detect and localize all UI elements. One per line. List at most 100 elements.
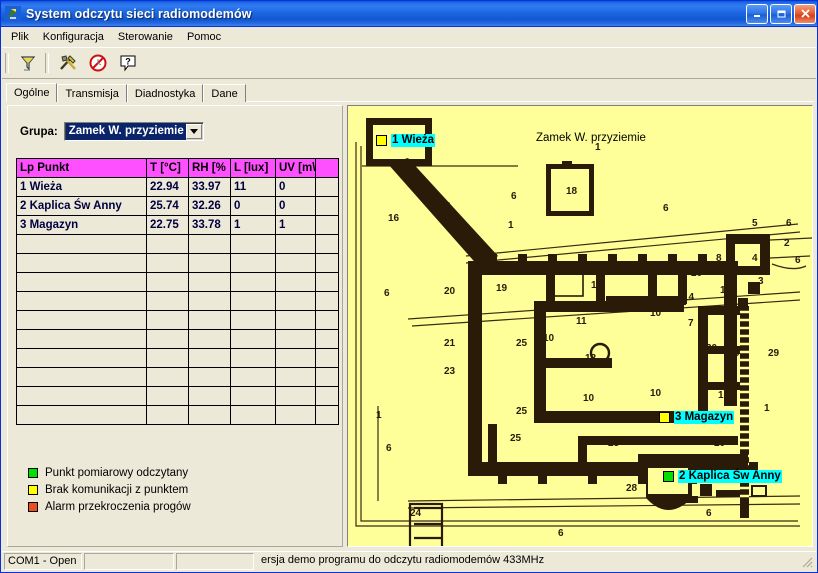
status-panel-2	[84, 553, 174, 570]
column-header-uv[interactable]: UV [m\u1d5b	[275, 158, 316, 178]
cell-empty	[230, 291, 276, 311]
table-row-empty[interactable]	[16, 272, 339, 292]
table-row[interactable]: 3 Magazyn 22.75 33.78 1 1	[16, 215, 339, 235]
toolbar-help-button[interactable]: ?	[114, 50, 142, 76]
cell-humidity: 33.78	[188, 215, 231, 235]
column-header-extra[interactable]	[315, 158, 339, 178]
window-controls	[744, 3, 816, 24]
column-header-humidity[interactable]: RH [%	[188, 158, 231, 178]
hatched-corridor	[740, 306, 749, 518]
map-marker-wieza[interactable]: 1 Wieża	[376, 134, 436, 147]
svg-text:12: 12	[585, 353, 597, 364]
toolbar-filter-button[interactable]	[14, 50, 42, 76]
cell-extra	[315, 215, 339, 235]
table-row-empty[interactable]	[16, 348, 339, 368]
cell-uv: 0	[275, 196, 316, 216]
toolbar-separator-left	[5, 53, 9, 73]
table-row[interactable]: 1 Wieża 22.94 33.97 11 0	[16, 177, 339, 197]
minimize-button[interactable]	[746, 3, 768, 24]
tab-ogolne[interactable]: Ogólne	[6, 83, 58, 102]
cell-empty	[16, 348, 147, 368]
map-marker-magazyn[interactable]: 3 Magazyn	[659, 411, 735, 424]
table-row-empty[interactable]	[16, 253, 339, 273]
group-selector-row: Grupa: Zamek W. przyziemie	[20, 122, 204, 141]
title-bar: System odczytu sieci radiomodemów	[1, 1, 817, 27]
satellite-icon	[5, 5, 21, 22]
status-legend: Punkt pomiarowy odczytany Brak komunikac…	[28, 464, 191, 515]
tab-bar: Ogólne Transmisja Diadnostyka Dane	[6, 83, 814, 102]
svg-text:18: 18	[566, 186, 578, 197]
cell-empty	[230, 329, 276, 349]
cell-empty	[315, 386, 339, 406]
column-header-punkt[interactable]: Lp Punkt	[16, 158, 147, 178]
legend-label-ok: Punkt pomiarowy odczytany	[45, 466, 189, 479]
measurement-table: Lp Punkt T [°C] RH [% L [lux] UV [m\u1d5…	[16, 158, 339, 425]
cell-lux: 11	[230, 177, 276, 197]
cell-punkt: 1 Wieża	[16, 177, 147, 197]
menu-sterowanie[interactable]: Sterowanie	[111, 29, 180, 46]
menu-konfiguracja[interactable]: Konfiguracja	[36, 29, 111, 46]
svg-text:6: 6	[795, 255, 801, 266]
resize-grip-icon[interactable]	[800, 555, 814, 569]
table-body: 1 Wieża 22.94 33.97 11 0 2 Kaplica Św An…	[16, 177, 339, 425]
svg-text:19: 19	[496, 283, 508, 294]
close-button[interactable]	[794, 3, 816, 24]
funnel-icon	[20, 56, 36, 71]
menu-pomoc[interactable]: Pomoc	[180, 29, 228, 46]
cell-empty	[188, 329, 231, 349]
cell-empty	[146, 234, 189, 254]
cell-punkt: 3 Magazyn	[16, 215, 147, 235]
svg-text:20: 20	[444, 286, 456, 297]
table-row-empty[interactable]	[16, 405, 339, 425]
table-row-empty[interactable]	[16, 291, 339, 311]
svg-text:6: 6	[511, 191, 517, 202]
table-row[interactable]: 2 Kaplica Św Anny 25.74 32.26 0 0	[16, 196, 339, 216]
cell-empty	[188, 367, 231, 387]
cell-lux: 1	[230, 215, 276, 235]
svg-text:23: 23	[470, 398, 482, 409]
map-panel[interactable]: 1 6 6 6 6 6 16 18 1 6 19 20 21 23 25 10 …	[347, 105, 813, 547]
cell-empty	[230, 405, 276, 425]
cell-empty	[146, 272, 189, 292]
cell-empty	[315, 253, 339, 273]
svg-text:20: 20	[714, 438, 726, 449]
table-row-empty[interactable]	[16, 234, 339, 254]
tab-diadnostyka[interactable]: Diadnostyka	[126, 84, 204, 102]
marker-status-swatch	[663, 471, 674, 482]
tab-dane[interactable]: Dane	[203, 84, 246, 102]
cell-empty	[188, 310, 231, 330]
table-row-empty[interactable]	[16, 310, 339, 330]
svg-text:29: 29	[768, 348, 780, 359]
table-row-empty[interactable]	[16, 329, 339, 349]
chevron-down-icon[interactable]	[185, 124, 202, 139]
legend-swatch-green	[28, 467, 38, 478]
map-marker-kaplica[interactable]: 2 Kaplica Św Anny	[663, 470, 782, 483]
tab-transmisja[interactable]: Transmisja	[57, 84, 127, 102]
svg-text:1: 1	[764, 403, 770, 414]
marker-status-swatch	[659, 412, 670, 423]
table-row-empty[interactable]	[16, 386, 339, 406]
marker-label: 3 Magazyn	[674, 411, 735, 424]
svg-text:23: 23	[444, 366, 456, 377]
column-header-temperature[interactable]: T [°C]	[146, 158, 189, 178]
svg-text:21: 21	[444, 338, 456, 349]
legend-item-ok: Punkt pomiarowy odczytany	[28, 464, 191, 481]
marker-label: 1 Wieża	[391, 134, 436, 147]
status-panel-com: COM1 - Open	[4, 553, 82, 570]
cell-empty	[230, 386, 276, 406]
svg-text:2: 2	[784, 238, 790, 249]
toolbar-tools-button[interactable]	[54, 50, 82, 76]
column-header-lux[interactable]: L [lux]	[230, 158, 276, 178]
toolbar-stop-button[interactable]	[84, 50, 112, 76]
maximize-button[interactable]	[770, 3, 792, 24]
group-combobox[interactable]: Zamek W. przyziemie	[63, 122, 204, 141]
legend-swatch-orange	[28, 501, 38, 512]
svg-text:5: 5	[752, 218, 758, 229]
table-row-empty[interactable]	[16, 367, 339, 387]
cell-empty	[16, 291, 147, 311]
svg-text:?: ?	[125, 57, 131, 67]
window-title: System odczytu sieci radiomodemów	[26, 6, 252, 21]
menu-plik[interactable]: Plik	[4, 29, 36, 46]
svg-text:9: 9	[734, 348, 740, 359]
svg-text:10: 10	[543, 333, 555, 344]
